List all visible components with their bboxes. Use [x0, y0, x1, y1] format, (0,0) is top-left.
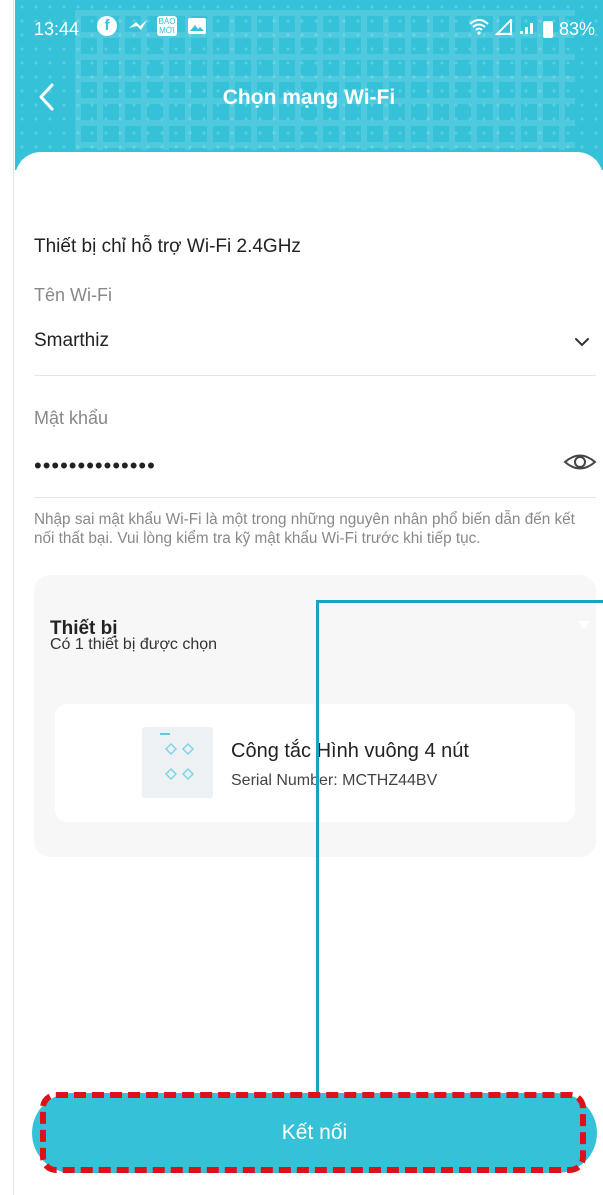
wifi-icon — [469, 19, 489, 40]
wifi-name-field[interactable]: Smarthiz — [34, 330, 109, 352]
wifi-name-label: Tên Wi-Fi — [34, 285, 112, 305]
top-bar: Chọn mạng Wi-Fi — [15, 70, 603, 126]
messenger-icon — [127, 16, 147, 36]
signal-icon — [494, 17, 513, 40]
status-time: 13:44 — [34, 19, 80, 39]
status-bar: 13:44 f BÁO MỚI 83% — [15, 10, 603, 46]
support-text: Thiết bị chỉ hỗ trợ Wi-Fi 2.4GHz — [34, 236, 301, 257]
annotation-line — [316, 600, 319, 1120]
divider — [34, 497, 596, 498]
facebook-icon: f — [97, 16, 117, 36]
password-field[interactable]: •••••••••••••• — [34, 453, 156, 479]
annotation-line — [316, 600, 603, 603]
divider — [34, 375, 596, 376]
device-list-item[interactable] — [55, 704, 575, 822]
collapse-triangle-icon[interactable] — [577, 617, 591, 629]
battery-icon — [542, 21, 553, 38]
bao-moi-icon: BÁO MỚI — [157, 16, 177, 36]
gallery-icon — [187, 16, 207, 36]
device-name: Công tắc Hình vuông 4 nút — [231, 740, 469, 762]
cellular-icon — [519, 19, 537, 40]
device-serial: Serial Number: MCTHZ44BV — [231, 772, 438, 789]
password-warning-note: Nhập sai mật khẩu Wi-Fi là một trong nhữ… — [34, 511, 575, 547]
chevron-down-icon[interactable] — [570, 330, 594, 354]
connect-button[interactable]: Kết nối — [32, 1093, 597, 1173]
frame-border — [0, 0, 14, 1195]
page-title: Chọn mạng Wi-Fi — [222, 86, 396, 109]
battery-level: 83% — [558, 19, 595, 39]
device-count-text: Có 1 thiết bị được chọn — [50, 636, 218, 653]
switch-device-image — [142, 727, 213, 798]
password-label: Mật khẩu — [34, 408, 109, 428]
eye-icon[interactable] — [563, 447, 597, 477]
